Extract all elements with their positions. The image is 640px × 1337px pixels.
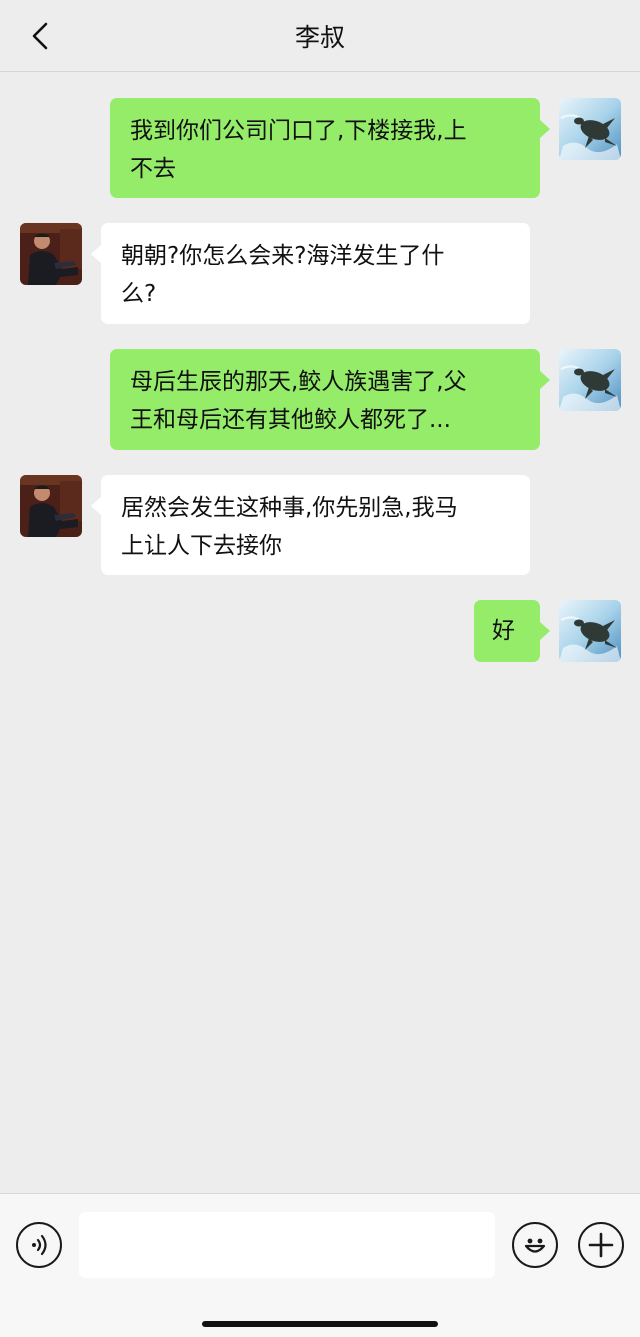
emoji-icon	[524, 1238, 546, 1253]
message-text-line: 居然会发生这种事,你先别急,我马	[121, 495, 458, 521]
voice-button[interactable]	[16, 1222, 62, 1268]
sea-turtle-avatar[interactable]	[559, 600, 621, 662]
input-bar	[0, 1193, 640, 1337]
sea-turtle-avatar[interactable]	[559, 349, 621, 411]
message-bubble[interactable]: 居然会发生这种事,你先别急,我马 上让人下去接你	[101, 475, 530, 575]
bubble-tail	[91, 245, 101, 263]
message-bubble[interactable]: 朝朝?你怎么会来?海洋发生了什 么?	[101, 223, 530, 324]
chat-title: 李叔	[294, 23, 345, 52]
voice-icon	[32, 1234, 47, 1256]
bubble-tail	[540, 622, 550, 640]
chat-header: 李叔	[0, 0, 640, 72]
message-text-line: 我到你们公司门口了,下楼接我,上	[130, 118, 467, 144]
message-input[interactable]	[79, 1212, 495, 1278]
message-text-line: 朝朝?你怎么会来?海洋发生了什	[121, 243, 445, 269]
message-bubble[interactable]: 我到你们公司门口了,下楼接我,上 不去	[110, 98, 540, 198]
man-portrait-avatar[interactable]	[20, 223, 82, 285]
bubble-tail	[540, 120, 550, 138]
bubble-tail	[91, 497, 101, 515]
emoji-button[interactable]	[512, 1222, 558, 1268]
message-text-line: 么?	[121, 281, 157, 307]
sea-turtle-avatar[interactable]	[559, 98, 621, 160]
message-text-line: 上让人下去接你	[121, 533, 282, 559]
message-bubble[interactable]: 好	[474, 600, 540, 662]
bubble-tail	[540, 371, 550, 389]
plus-icon	[588, 1232, 614, 1258]
message-text-line: 不去	[130, 156, 176, 182]
message-text-line: 母后生辰的那天,鲛人族遇害了,父	[130, 369, 467, 395]
plus-button[interactable]	[578, 1222, 624, 1268]
home-indicator	[202, 1321, 438, 1327]
message-bubble[interactable]: 母后生辰的那天,鲛人族遇害了,父 王和母后还有其他鲛人都死了...	[110, 349, 540, 450]
message-text-line: 好	[492, 618, 515, 644]
message-text-line: 王和母后还有其他鲛人都死了...	[130, 407, 451, 433]
man-portrait-avatar[interactable]	[20, 475, 82, 537]
